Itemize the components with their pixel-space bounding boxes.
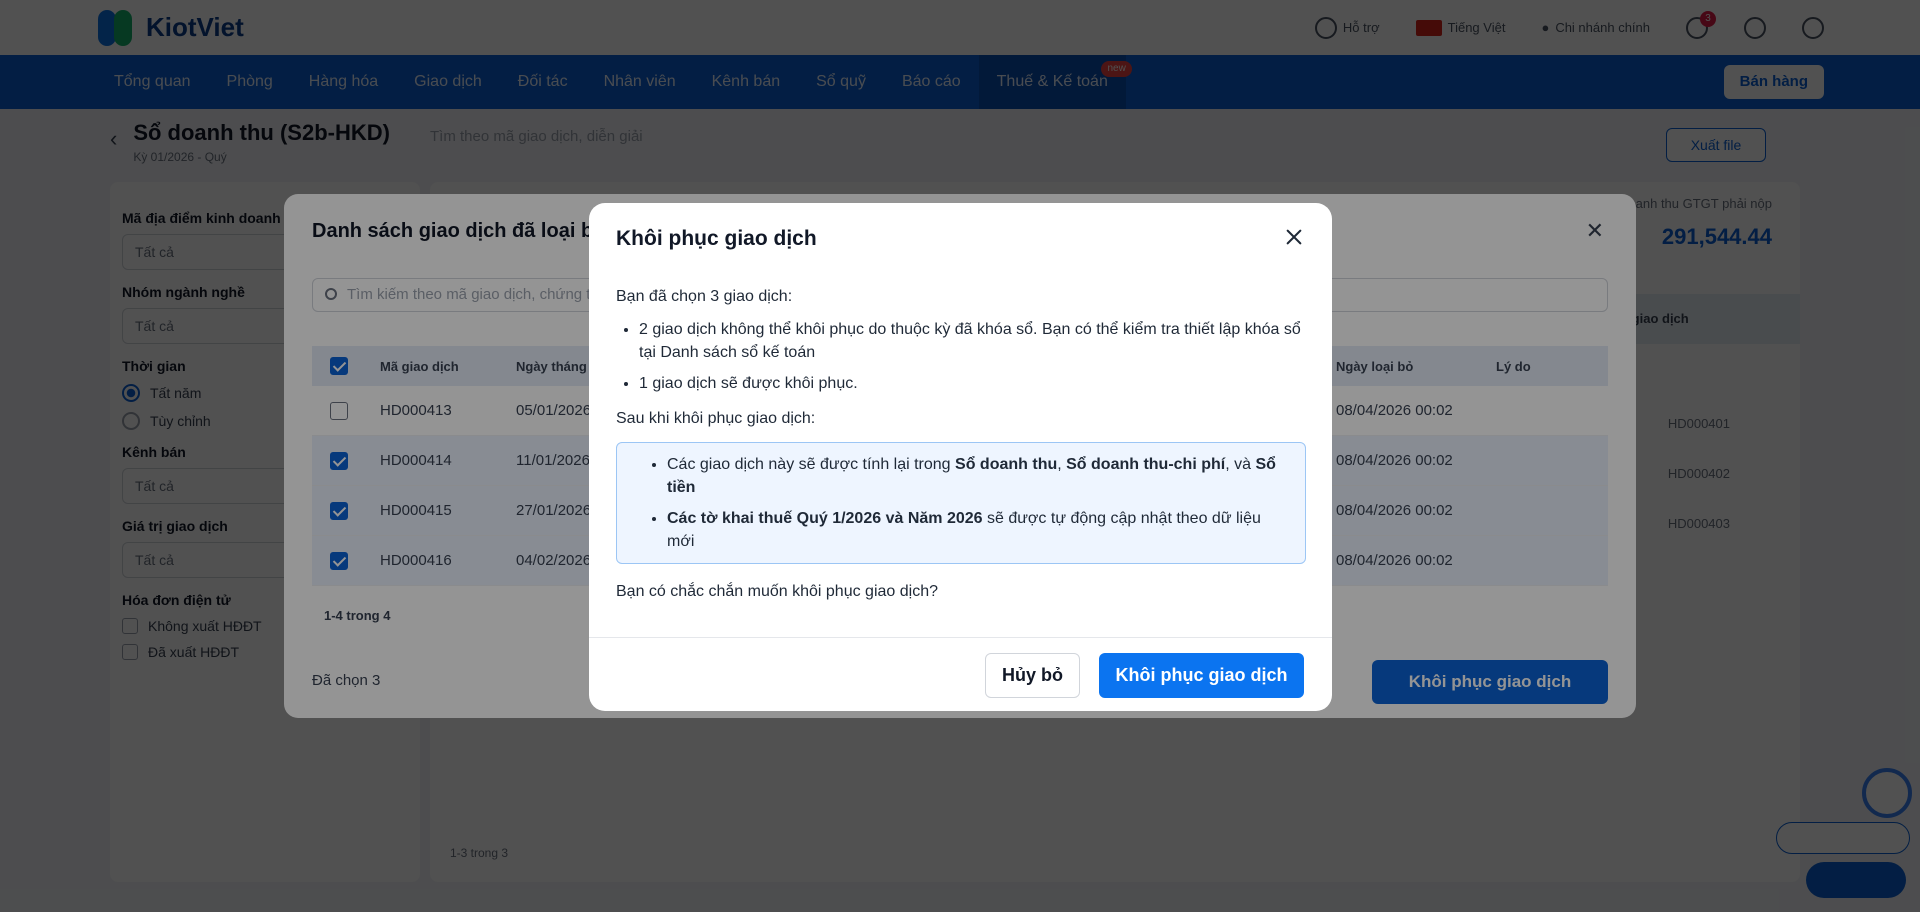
info1-ledger-revenue-cost: Sổ doanh thu-chi phí (1066, 456, 1226, 473)
summary-list: 2 giao dịch không thể khôi phục do thuộc… (616, 318, 1306, 395)
info1-sep: , và (1225, 456, 1256, 473)
info-ledgers-item: Các giao dịch này sẽ được tính lại trong… (667, 453, 1285, 499)
info1-sep: , (1057, 456, 1067, 473)
summary-locked-item: 2 giao dịch không thể khôi phục do thuộc… (639, 318, 1306, 364)
footer-divider (589, 637, 1332, 638)
dialog-intro: Bạn đã chọn 3 giao dịch: (616, 288, 793, 305)
restore-confirm-dialog: Khôi phục giao dịch Bạn đã chọn 3 giao d… (589, 203, 1332, 711)
confirm-question: Bạn có chắc chắn muốn khôi phục giao dịc… (616, 583, 938, 600)
info2-tax-forms: Các tờ khai thuế Quý 1/2026 và Năm 2026 (667, 510, 983, 527)
info1-ledger-revenue: Sổ doanh thu (955, 456, 1058, 473)
dialog-body: Bạn đã chọn 3 giao dịch: 2 giao dịch khô… (616, 285, 1306, 603)
cancel-button[interactable]: Hủy bỏ (985, 653, 1080, 698)
dialog-title: Khôi phục giao dịch (616, 227, 817, 250)
info-tax-item: Các tờ khai thuế Quý 1/2026 và Năm 2026 … (667, 507, 1285, 553)
info1-prefix: Các giao dịch này sẽ được tính lại trong (667, 456, 956, 473)
info-box: Các giao dịch này sẽ được tính lại trong… (616, 442, 1306, 564)
after-restore-heading: Sau khi khôi phục giao dịch: (616, 410, 816, 427)
confirm-restore-button[interactable]: Khôi phục giao dịch (1099, 653, 1304, 698)
summary-restore-item: 1 giao dịch sẽ được khôi phục. (639, 372, 1306, 395)
close-icon[interactable] (1280, 223, 1308, 251)
